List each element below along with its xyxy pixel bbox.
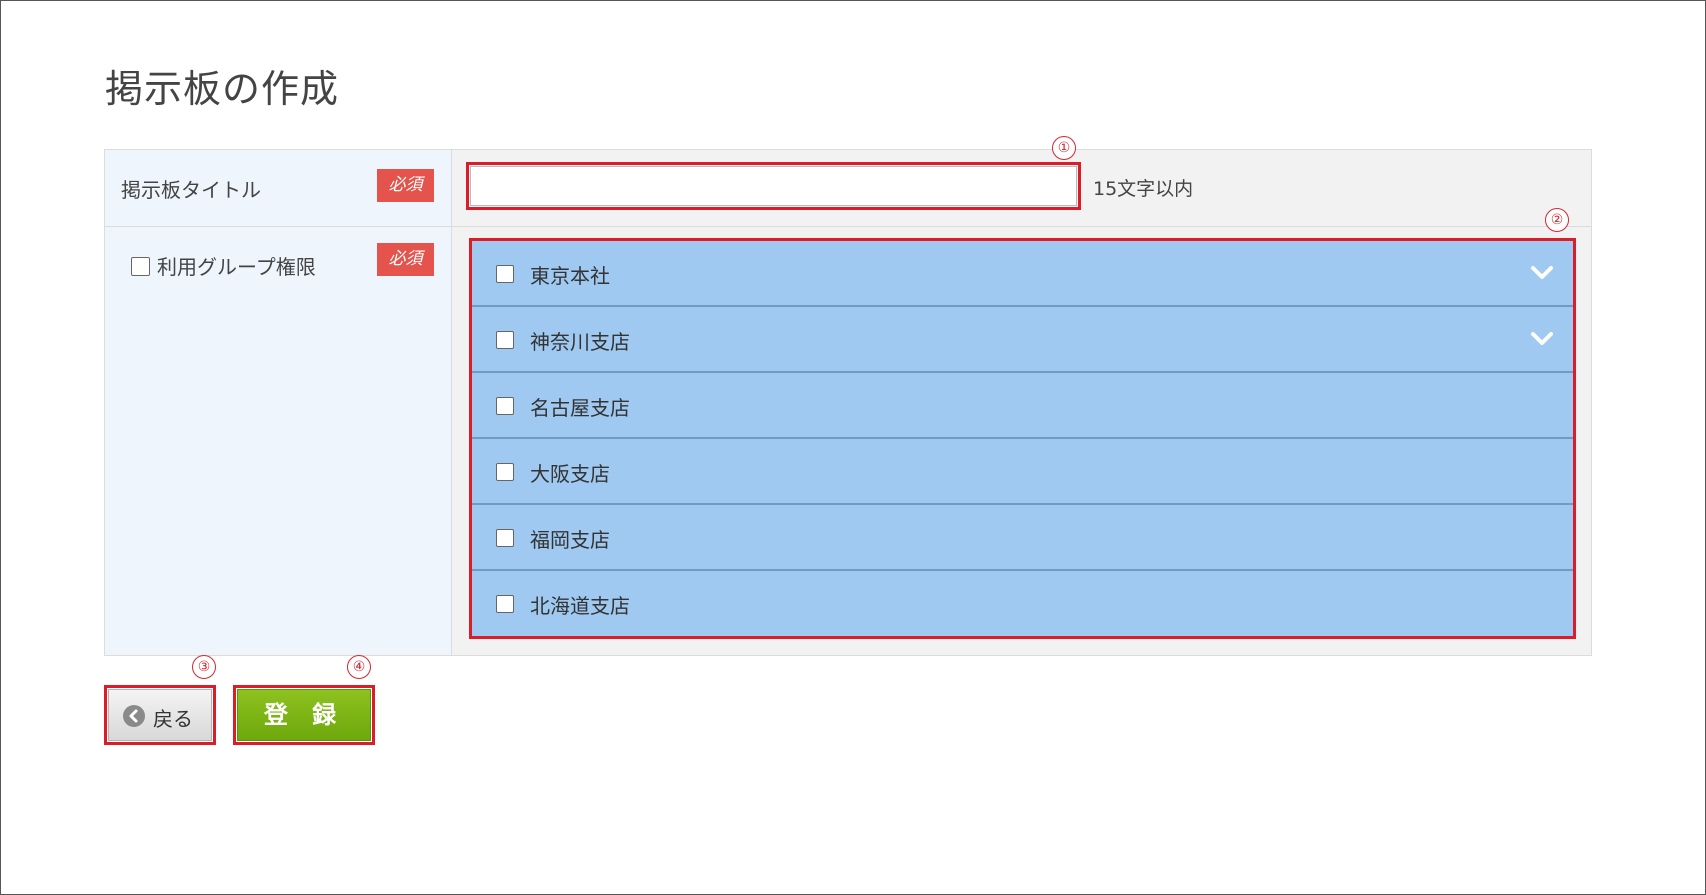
- group-label: 名古屋支店: [530, 396, 630, 420]
- page-title: 掲示板の作成: [105, 67, 340, 111]
- title-label: 掲示板タイトル: [121, 178, 261, 202]
- chevron-left-icon: [123, 705, 145, 727]
- group-checkbox[interactable]: [496, 265, 514, 283]
- chevron-down-icon[interactable]: [1529, 325, 1555, 351]
- board-title-input[interactable]: [466, 162, 1081, 210]
- register-button[interactable]: 登 録: [233, 685, 375, 745]
- group-label: 北海道支店: [530, 594, 630, 618]
- group-list: 東京本社 神奈川支店 名古屋支店 大阪支店 福岡支店 北海道支店: [469, 238, 1576, 639]
- annotation-marker-1: ①: [1052, 136, 1076, 160]
- title-length-hint: 15文字以内: [1093, 178, 1194, 200]
- group-permission-label: 利用グループ権限: [157, 255, 316, 279]
- group-item-hokkaido[interactable]: 北海道支店: [472, 571, 1573, 636]
- group-permission-checkbox[interactable]: [131, 257, 150, 276]
- group-checkbox[interactable]: [496, 529, 514, 547]
- annotation-marker-3: ③: [192, 655, 216, 679]
- group-checkbox[interactable]: [496, 331, 514, 349]
- annotation-marker-4: ④: [347, 655, 371, 679]
- group-label: 神奈川支店: [530, 330, 630, 354]
- group-item-tokyo[interactable]: 東京本社: [472, 241, 1573, 307]
- group-checkbox[interactable]: [496, 397, 514, 415]
- board-form: 掲示板タイトル 必須 15文字以内 利用グループ権限 必須 東京本社 神奈川支店…: [104, 149, 1592, 656]
- group-item-fukuoka[interactable]: 福岡支店: [472, 505, 1573, 571]
- group-label: 大阪支店: [530, 462, 610, 486]
- back-button[interactable]: 戻る: [104, 685, 216, 745]
- group-item-osaka[interactable]: 大阪支店: [472, 439, 1573, 505]
- group-item-kanagawa[interactable]: 神奈川支店: [472, 307, 1573, 373]
- group-checkbox[interactable]: [496, 595, 514, 613]
- required-badge: 必須: [377, 169, 434, 202]
- back-button-label: 戻る: [153, 707, 193, 731]
- row-divider: [105, 226, 1591, 227]
- group-label: 福岡支店: [530, 528, 610, 552]
- annotation-marker-2: ②: [1545, 208, 1569, 232]
- group-checkbox[interactable]: [496, 463, 514, 481]
- group-label: 東京本社: [530, 264, 610, 288]
- chevron-down-icon[interactable]: [1529, 259, 1555, 285]
- required-badge: 必須: [377, 243, 434, 276]
- group-item-nagoya[interactable]: 名古屋支店: [472, 373, 1573, 439]
